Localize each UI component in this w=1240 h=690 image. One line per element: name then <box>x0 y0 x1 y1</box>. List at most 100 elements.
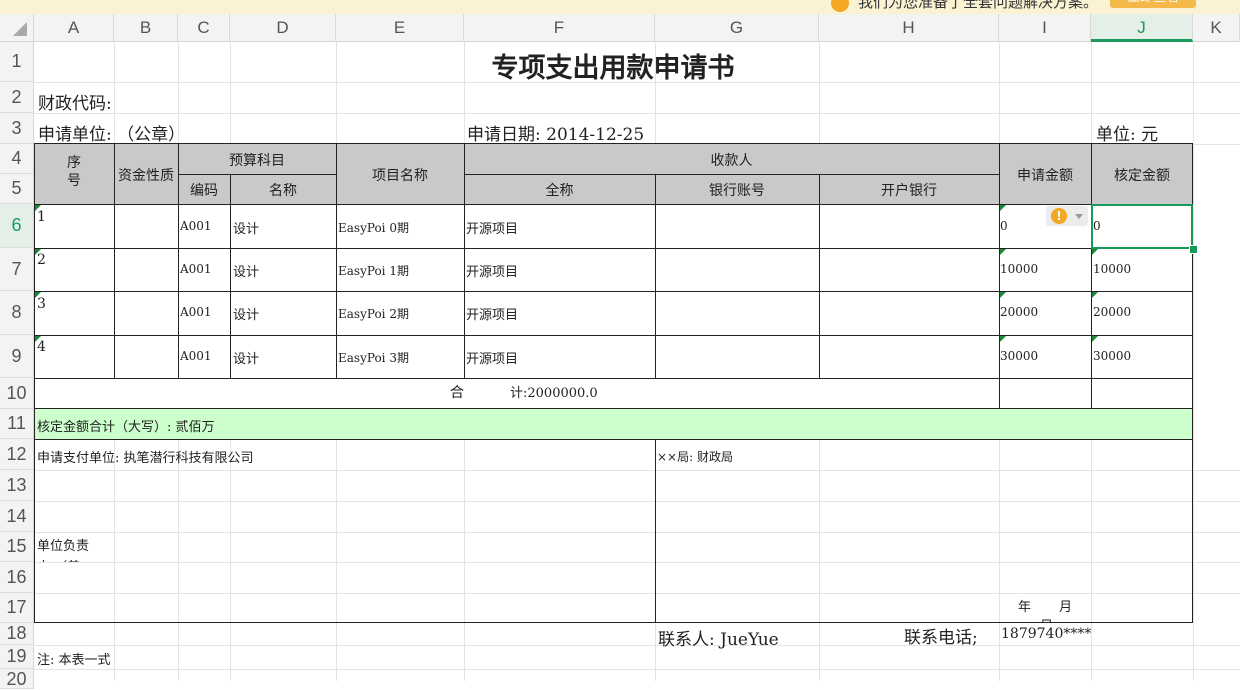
row-header-9[interactable]: 9 <box>0 335 34 378</box>
selected-cell-j6[interactable] <box>1091 204 1193 249</box>
item-project[interactable]: EasyPoi 1期 <box>338 262 409 279</box>
row-header-11[interactable]: 11 <box>0 409 34 439</box>
text-number-marker <box>35 292 41 298</box>
row-header-4[interactable]: 4 <box>0 144 34 174</box>
item-name[interactable]: 设计 <box>233 218 259 237</box>
item-name[interactable]: 设计 <box>233 261 259 280</box>
column-header-c[interactable]: C <box>178 14 230 42</box>
item-payee[interactable]: 开源项目 <box>466 348 518 367</box>
item-project[interactable]: EasyPoi 3期 <box>338 349 409 366</box>
row-header-1[interactable]: 1 <box>0 42 34 82</box>
item-apply-amount[interactable]: 30000 <box>1000 349 1038 363</box>
notice-view-button[interactable]: 立即查看 <box>1110 0 1196 8</box>
item-apply-amount[interactable]: 10000 <box>1000 262 1038 276</box>
item-code[interactable]: A001 <box>180 349 212 363</box>
item-approved-amount[interactable]: 20000 <box>1093 305 1131 319</box>
header-full-name: 全称 <box>545 183 574 199</box>
column-header-i[interactable]: I <box>999 14 1091 42</box>
item-payee[interactable]: 开源项目 <box>466 218 518 237</box>
header-fund-nature: 资金性质 <box>118 168 174 184</box>
row-header-15[interactable]: 15 <box>0 532 34 562</box>
error-indicator[interactable]: ! <box>1046 206 1088 226</box>
text-number-marker <box>1092 292 1098 298</box>
gridline <box>34 645 1240 646</box>
phone-label: 联系电话; <box>904 628 978 648</box>
phone-number: 1879740**** <box>1001 626 1092 642</box>
column-header-a[interactable]: A <box>34 14 114 42</box>
item-project[interactable]: EasyPoi 2期 <box>338 305 409 322</box>
applicant-unit-label: 申请单位: （公章） <box>38 125 186 145</box>
item-seq[interactable]: 3 <box>37 296 46 312</box>
header-payee: 收款人 <box>710 153 753 169</box>
item-approved-amount[interactable]: 10000 <box>1093 262 1131 276</box>
border <box>34 378 1193 379</box>
item-name[interactable]: 设计 <box>233 304 259 323</box>
row-header-10[interactable]: 10 <box>0 378 34 409</box>
page-title: 专项支出用款申请书 <box>491 53 735 84</box>
unit-head-seal: 人 （盖 <box>37 556 80 562</box>
total-prefix: 合 <box>450 385 464 401</box>
row-header-16[interactable]: 16 <box>0 562 34 593</box>
border <box>655 174 656 379</box>
border <box>34 622 1193 623</box>
text-number-marker <box>1000 336 1006 342</box>
unit-head: 单位负责 <box>37 539 90 554</box>
column-header-f[interactable]: F <box>464 14 655 42</box>
approved-total-text: 核定金额合计（大写）: 贰佰万 <box>37 420 215 435</box>
item-project[interactable]: EasyPoi 0期 <box>338 219 409 236</box>
notice-bar: 我们为您准备了全套问题解决方案。 立即查看 <box>0 0 1240 14</box>
text-number-marker <box>35 205 41 211</box>
column-header-h[interactable]: H <box>819 14 999 42</box>
border <box>34 408 1193 409</box>
month-label: 月 <box>1059 600 1073 615</box>
year-label: 年 <box>1018 600 1032 615</box>
select-all-corner[interactable] <box>0 14 34 42</box>
text-number-marker <box>1000 292 1006 298</box>
header-project-name: 项目名称 <box>372 168 428 184</box>
gridline <box>34 501 1240 502</box>
row-header-5[interactable]: 5 <box>0 174 34 204</box>
row-header-12[interactable]: 12 <box>0 439 34 470</box>
item-payee[interactable]: 开源项目 <box>466 304 518 323</box>
row-header-17[interactable]: 17 <box>0 593 34 623</box>
column-header-b[interactable]: B <box>114 14 178 42</box>
border <box>34 335 1193 336</box>
row-header-3[interactable]: 3 <box>0 113 34 144</box>
column-header-j[interactable]: J <box>1091 14 1193 42</box>
total-value: 计:2000000.0 <box>510 386 598 401</box>
row-header-2[interactable]: 2 <box>0 82 34 113</box>
border <box>34 204 1193 205</box>
header-approved-amount: 核定金额 <box>1114 168 1170 184</box>
header-bank-account: 银行账号 <box>709 183 765 199</box>
item-apply-amount[interactable]: 0 <box>1000 219 1008 233</box>
row-header-7[interactable]: 7 <box>0 248 34 291</box>
item-code[interactable]: A001 <box>180 262 212 276</box>
border <box>178 174 336 175</box>
item-payee[interactable]: 开源项目 <box>466 261 518 280</box>
item-name[interactable]: 设计 <box>233 348 259 367</box>
row-header-20[interactable]: 20 <box>0 669 34 689</box>
row-header-6[interactable]: 6 <box>0 204 34 248</box>
column-header-d[interactable]: D <box>230 14 336 42</box>
column-header-e[interactable]: E <box>336 14 464 42</box>
header-code: 编码 <box>190 183 218 199</box>
column-header-k[interactable]: K <box>1193 14 1240 42</box>
apply-date: 申请日期: 2014-12-25 <box>467 125 645 145</box>
row-header-8[interactable]: 8 <box>0 291 34 335</box>
item-approved-amount[interactable]: 30000 <box>1093 349 1131 363</box>
border <box>464 143 465 379</box>
item-apply-amount[interactable]: 20000 <box>1000 305 1038 319</box>
text-number-marker <box>1092 336 1098 342</box>
row-header-18[interactable]: 18 <box>0 623 34 645</box>
row-header-19[interactable]: 19 <box>0 645 34 669</box>
column-header-g[interactable]: G <box>655 14 819 42</box>
row-header-14[interactable]: 14 <box>0 501 34 532</box>
border <box>34 439 1193 440</box>
item-code[interactable]: A001 <box>180 305 212 319</box>
fill-handle[interactable] <box>1189 245 1198 254</box>
border <box>34 248 1193 249</box>
day-label: 日 <box>1040 615 1053 622</box>
item-seq[interactable]: 1 <box>37 209 46 225</box>
item-code[interactable]: A001 <box>180 219 212 233</box>
row-header-13[interactable]: 13 <box>0 470 34 501</box>
